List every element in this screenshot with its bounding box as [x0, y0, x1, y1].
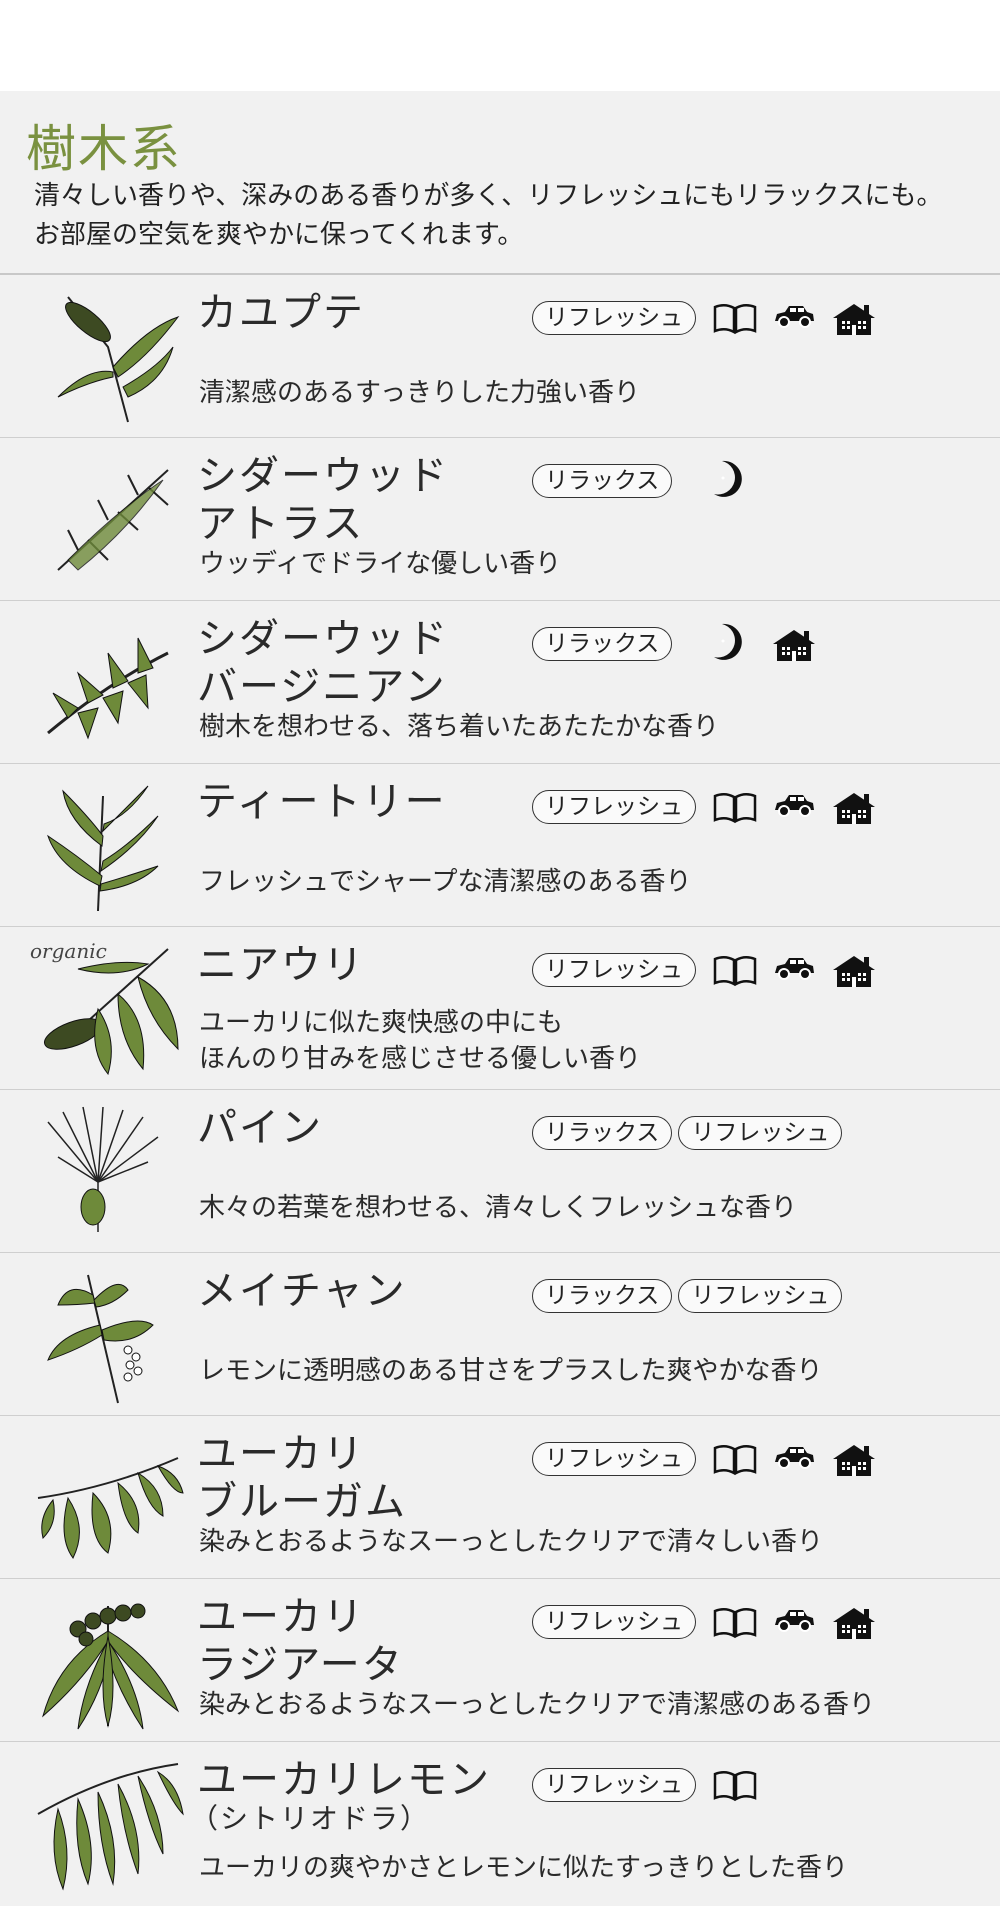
book-icon: [713, 790, 757, 828]
mood-tag: リラックス: [532, 1116, 673, 1150]
mood-tag: リフレッシュ: [678, 1279, 843, 1313]
oil-item: シダーウッド バージニアン リラックス樹木を想わせる、落ち着いたあたたかな香り: [0, 601, 1000, 764]
oil-item: ユーカリレモン （シトリオドラ） リフレッシュユーカリの爽やかさとレモンに似たすっき…: [0, 1742, 1000, 1904]
oil-description: レモンに透明感のある甘さをプラスした爽やかな香り: [199, 1356, 823, 1386]
section-header: 樹木系 清々しい香りや、深みのある香りが多く、リフレッシュにもリラックスにも。 …: [0, 91, 1000, 273]
mood-tag: リフレッシュ: [532, 301, 696, 335]
description-line-1: 清々しい香りや、深みのある香りが多く、リフレッシュにもリラックスにも。: [34, 181, 943, 211]
mood-tag: リラックス: [532, 464, 673, 498]
car-icon: [771, 790, 817, 824]
oil-name: メイチャン: [197, 1268, 407, 1314]
tag-list: リラックス: [532, 627, 673, 661]
oil-item: ユーカリ ラジアータ リフレッシュ染みとおるようなスーっとしたクリアで清潔感のある…: [0, 1579, 1000, 1742]
tag-list: リラックス リフレッシュ: [532, 1279, 843, 1313]
car-icon: [771, 301, 817, 335]
oil-description: フレッシュでシャープな清潔感のある香り: [199, 867, 692, 897]
mood-tag: リフレッシュ: [678, 1116, 843, 1150]
car-icon: [771, 1605, 817, 1639]
house-icon: [830, 301, 878, 341]
oil-name-sub: （シトリオドラ）: [190, 1802, 431, 1835]
top-white-bar: [0, 0, 1000, 91]
car-icon: [771, 1442, 817, 1476]
oil-list: カユプテ リフレッシュ 清潔感のあるすっきりした力強い香り シダーウッド アトラス リラ…: [0, 273, 1000, 1904]
tag-list: リラックス リフレッシュ: [532, 1116, 843, 1150]
mood-tag: リフレッシュ: [532, 1605, 696, 1639]
oil-item: パイン リラックス リフレッシュ木々の若葉を想わせる、清々しくフレッシュな香り: [0, 1090, 1000, 1253]
oil-item: ユーカリ ブルーガム リフレッシュ染みとおるようなスーっとしたクリアで清々しい香り: [0, 1416, 1000, 1579]
house-icon: [830, 1442, 878, 1482]
tag-list: リフレッシュ: [532, 301, 696, 335]
oil-description: 染みとおるようなスーっとしたクリアで清潔感のある香り: [199, 1690, 876, 1720]
plant-illustration: [28, 1102, 188, 1242]
mood-tag: リフレッシュ: [532, 953, 696, 987]
oil-item: メイチャン リラックス リフレッシュレモンに透明感のある甘さをプラスした爽やかな香り: [0, 1253, 1000, 1416]
oil-name: シダーウッド アトラス: [197, 453, 449, 547]
book-icon: [713, 953, 757, 991]
plant-illustration: [28, 287, 188, 427]
book-icon: [713, 301, 757, 339]
oil-name: パイン: [197, 1105, 323, 1151]
plant-illustration: [28, 776, 188, 916]
plant-illustration: [28, 1754, 188, 1894]
tag-list: リフレッシュ: [532, 1442, 696, 1476]
moon-icon: [708, 621, 742, 667]
oil-name: ティートリー: [197, 779, 447, 825]
mood-tag: リラックス: [532, 627, 673, 661]
oil-description: ユーカリの爽やかさとレモンに似たすっきりとした香り: [199, 1853, 848, 1883]
oil-name: シダーウッド バージニアン: [197, 616, 449, 710]
plant-illustration: [28, 1265, 188, 1405]
tag-list: リフレッシュ: [532, 1605, 696, 1639]
house-icon: [830, 790, 878, 830]
section-title: 樹木系: [26, 120, 182, 178]
car-icon: [771, 953, 817, 987]
mood-tag: リラックス: [532, 1279, 673, 1313]
plant-illustration: [28, 1428, 188, 1568]
moon-icon: [708, 458, 742, 504]
house-icon: [770, 627, 818, 667]
tag-list: リフレッシュ: [532, 1768, 696, 1802]
plant-illustration: [28, 613, 188, 753]
section-description: 清々しい香りや、深みのある香りが多く、リフレッシュにもリラックスにも。 お部屋の…: [34, 177, 942, 255]
tag-list: リラックス: [532, 464, 673, 498]
oil-item: カユプテ リフレッシュ清潔感のあるすっきりした力強い香り: [0, 275, 1000, 438]
book-icon: [713, 1605, 757, 1643]
oil-item: シダーウッド アトラス リラックスウッディでドライな優しい香り: [0, 438, 1000, 601]
oil-name: ユーカリ ブルーガム: [197, 1431, 407, 1525]
oil-name: ユーカリレモン: [197, 1757, 491, 1803]
oil-name: ユーカリ ラジアータ: [197, 1594, 404, 1688]
house-icon: [830, 1605, 878, 1645]
oil-description: ウッディでドライな優しい香り: [199, 549, 562, 579]
oil-description: 樹木を想わせる、落ち着いたあたたかな香り: [199, 712, 720, 742]
mood-tag: リフレッシュ: [532, 1768, 696, 1802]
mood-tag: リフレッシュ: [532, 790, 696, 824]
tag-list: リフレッシュ: [532, 790, 696, 824]
oil-item: ティートリー リフレッシュフレッシュでシャープな清潔感のある香り: [0, 764, 1000, 927]
book-icon: [713, 1442, 757, 1480]
oil-description: 木々の若葉を想わせる、清々しくフレッシュな香り: [199, 1193, 798, 1223]
tag-list: リフレッシュ: [532, 953, 696, 987]
organic-label: organic: [30, 939, 107, 963]
book-icon: [713, 1768, 757, 1806]
oil-name: カユプテ: [197, 290, 365, 336]
plant-illustration: [28, 1591, 188, 1731]
oil-description: 染みとおるようなスーっとしたクリアで清々しい香り: [199, 1527, 824, 1557]
oil-name: ニアウリ: [197, 942, 365, 988]
oil-description: 清潔感のあるすっきりした力強い香り: [199, 378, 640, 408]
plant-illustration: [28, 450, 188, 590]
oil-item: organic ニアウリ リフレッシュユーカリに似た爽快感の中にも ほんのり甘みを感…: [0, 927, 1000, 1090]
mood-tag: リフレッシュ: [532, 1442, 696, 1476]
house-icon: [830, 953, 878, 993]
oil-description: ユーカリに似た爽快感の中にも ほんのり甘みを感じさせる優しい香り: [199, 1008, 642, 1074]
description-line-2: お部屋の空気を爽やかに保ってくれます。: [34, 220, 524, 250]
